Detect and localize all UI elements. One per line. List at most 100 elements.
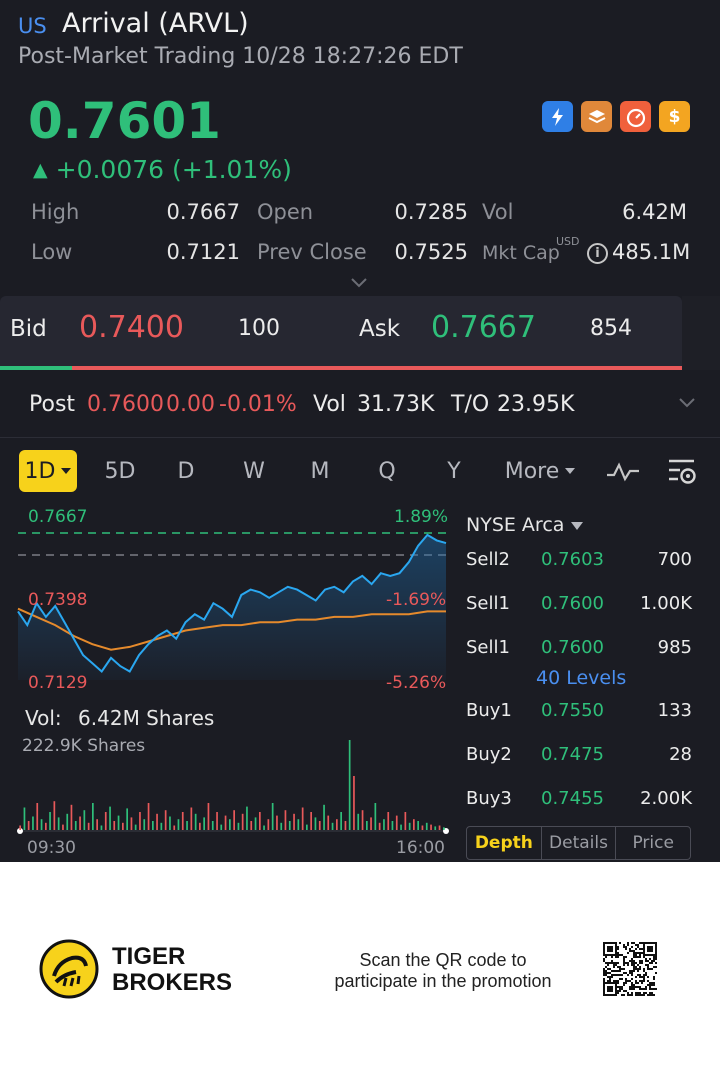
volume-bar (220, 824, 223, 830)
volume-bar (374, 803, 377, 830)
lightning-icon[interactable] (542, 101, 573, 132)
volume-bar (366, 821, 368, 830)
volume-bar (314, 817, 317, 830)
bid-volume-bar (0, 366, 72, 370)
volume-bar (331, 822, 334, 830)
volume-bar (233, 810, 235, 830)
volume-bar (395, 815, 398, 830)
open-label: Open (257, 200, 314, 224)
tiger-brokers-logo (39, 939, 99, 999)
info-icon[interactable]: i (587, 243, 608, 264)
market-cap-value: 485.1M (612, 240, 691, 264)
volume-bar (152, 821, 154, 830)
tab-5d[interactable]: 5D (98, 450, 142, 492)
tab-price[interactable]: Price (616, 827, 690, 859)
volume-value: 6.42M (622, 200, 687, 224)
volume-bar (87, 822, 90, 830)
tab-y[interactable]: Y (436, 450, 472, 492)
volume-bar (177, 819, 180, 830)
volume-bar (57, 817, 60, 830)
volume-bar (199, 822, 201, 830)
exchange-selector[interactable]: NYSE Arca (466, 514, 564, 536)
ask-size: 854 (590, 316, 632, 341)
last-price: 0.7601 (28, 92, 221, 150)
volume-bar (169, 816, 171, 830)
post-label: Post (29, 392, 76, 417)
volume-bar (425, 822, 428, 830)
orderbook-price: 0.7603 (541, 549, 604, 570)
volume-bar (79, 816, 81, 830)
chart-settings-icon[interactable] (666, 456, 700, 488)
volume-bar (190, 807, 193, 830)
qr-code[interactable] (603, 942, 657, 996)
volume-bar (280, 822, 283, 830)
volume-bar (126, 808, 128, 830)
tab-details[interactable]: Details (542, 827, 617, 859)
volume-bar (203, 817, 205, 830)
tab-1d[interactable]: 1D (19, 450, 77, 492)
orderbook-price: 0.7475 (541, 744, 604, 765)
indicator-icon[interactable] (605, 459, 641, 485)
tab-q[interactable]: Q (369, 450, 405, 492)
orderbook-size: 700 (657, 549, 692, 570)
bid-size: 100 (238, 316, 280, 341)
volume-bar (259, 812, 261, 830)
low-value: 0.7121 (166, 240, 240, 264)
chevron-down-icon[interactable] (678, 397, 696, 409)
post-change-pct: -0.01% (219, 392, 297, 417)
volume-bar (404, 812, 407, 830)
volume-bar (96, 819, 98, 830)
volume-bar (370, 817, 372, 830)
chart-high-pct: 1.89% (394, 507, 449, 527)
volume-bar (19, 825, 21, 830)
volume-bar (421, 825, 424, 830)
trading-session-subtitle: Post-Market Trading 10/28 18:27:26 EDT (18, 44, 463, 69)
tab-m[interactable]: M (302, 450, 338, 492)
post-change: 0.00 (166, 392, 215, 417)
promo-line2: participate in the promotion (334, 971, 552, 991)
ask-volume-bar (72, 366, 682, 370)
post-turnover-label: T/O (451, 392, 490, 417)
volume-bar (383, 819, 385, 830)
speedometer-icon[interactable] (620, 101, 651, 132)
chart-low-price: 0.7129 (28, 673, 88, 693)
volume-bar (387, 812, 390, 830)
promo-text: Scan the QR code to participate in the p… (318, 950, 568, 992)
dollar-icon[interactable]: $ (659, 101, 690, 132)
volume-bar (254, 817, 257, 830)
volume-bar (92, 803, 94, 830)
bid-ask-side (682, 296, 720, 370)
tab-d[interactable]: D (168, 450, 204, 492)
brand-name-line2: BROKERS (112, 969, 233, 996)
volume-bar (160, 822, 163, 830)
caret-down-icon (61, 468, 72, 474)
volume-bar (216, 812, 218, 830)
stock-title: Arrival (ARVL) (62, 8, 249, 39)
volume-bar (378, 822, 381, 830)
volume-chart[interactable] (0, 730, 460, 840)
post-market-row[interactable]: Post 0.7600 0.00 -0.01% Vol 31.73K T/O 2… (0, 376, 720, 438)
volume-bar (100, 825, 103, 830)
caret-down-icon[interactable] (571, 522, 583, 530)
volume-bar (400, 824, 402, 830)
layers-icon[interactable] (581, 101, 612, 132)
volume-bar (109, 806, 111, 830)
low-label: Low (31, 240, 73, 264)
volume-bar (66, 813, 69, 830)
chevron-down-icon[interactable] (350, 276, 368, 290)
volume-bar (267, 819, 270, 830)
volume-bar (241, 813, 244, 830)
tab-depth[interactable]: Depth (467, 827, 542, 859)
orderbook-tabs: Depth Details Price (466, 826, 691, 860)
chart-low-pct: -5.26% (386, 673, 447, 693)
levels-link[interactable]: 40 Levels (536, 667, 626, 689)
volume-title: Vol: 6.42M Shares (25, 706, 214, 730)
volume-bar (130, 817, 133, 830)
volume-bar (113, 821, 116, 830)
volume-bar (194, 813, 197, 830)
volume-bar (323, 804, 325, 830)
volume-bar (434, 826, 437, 830)
tab-w[interactable]: W (236, 450, 272, 492)
tab-more[interactable]: More (500, 450, 580, 492)
orderbook-label: Sell1 (466, 637, 510, 658)
